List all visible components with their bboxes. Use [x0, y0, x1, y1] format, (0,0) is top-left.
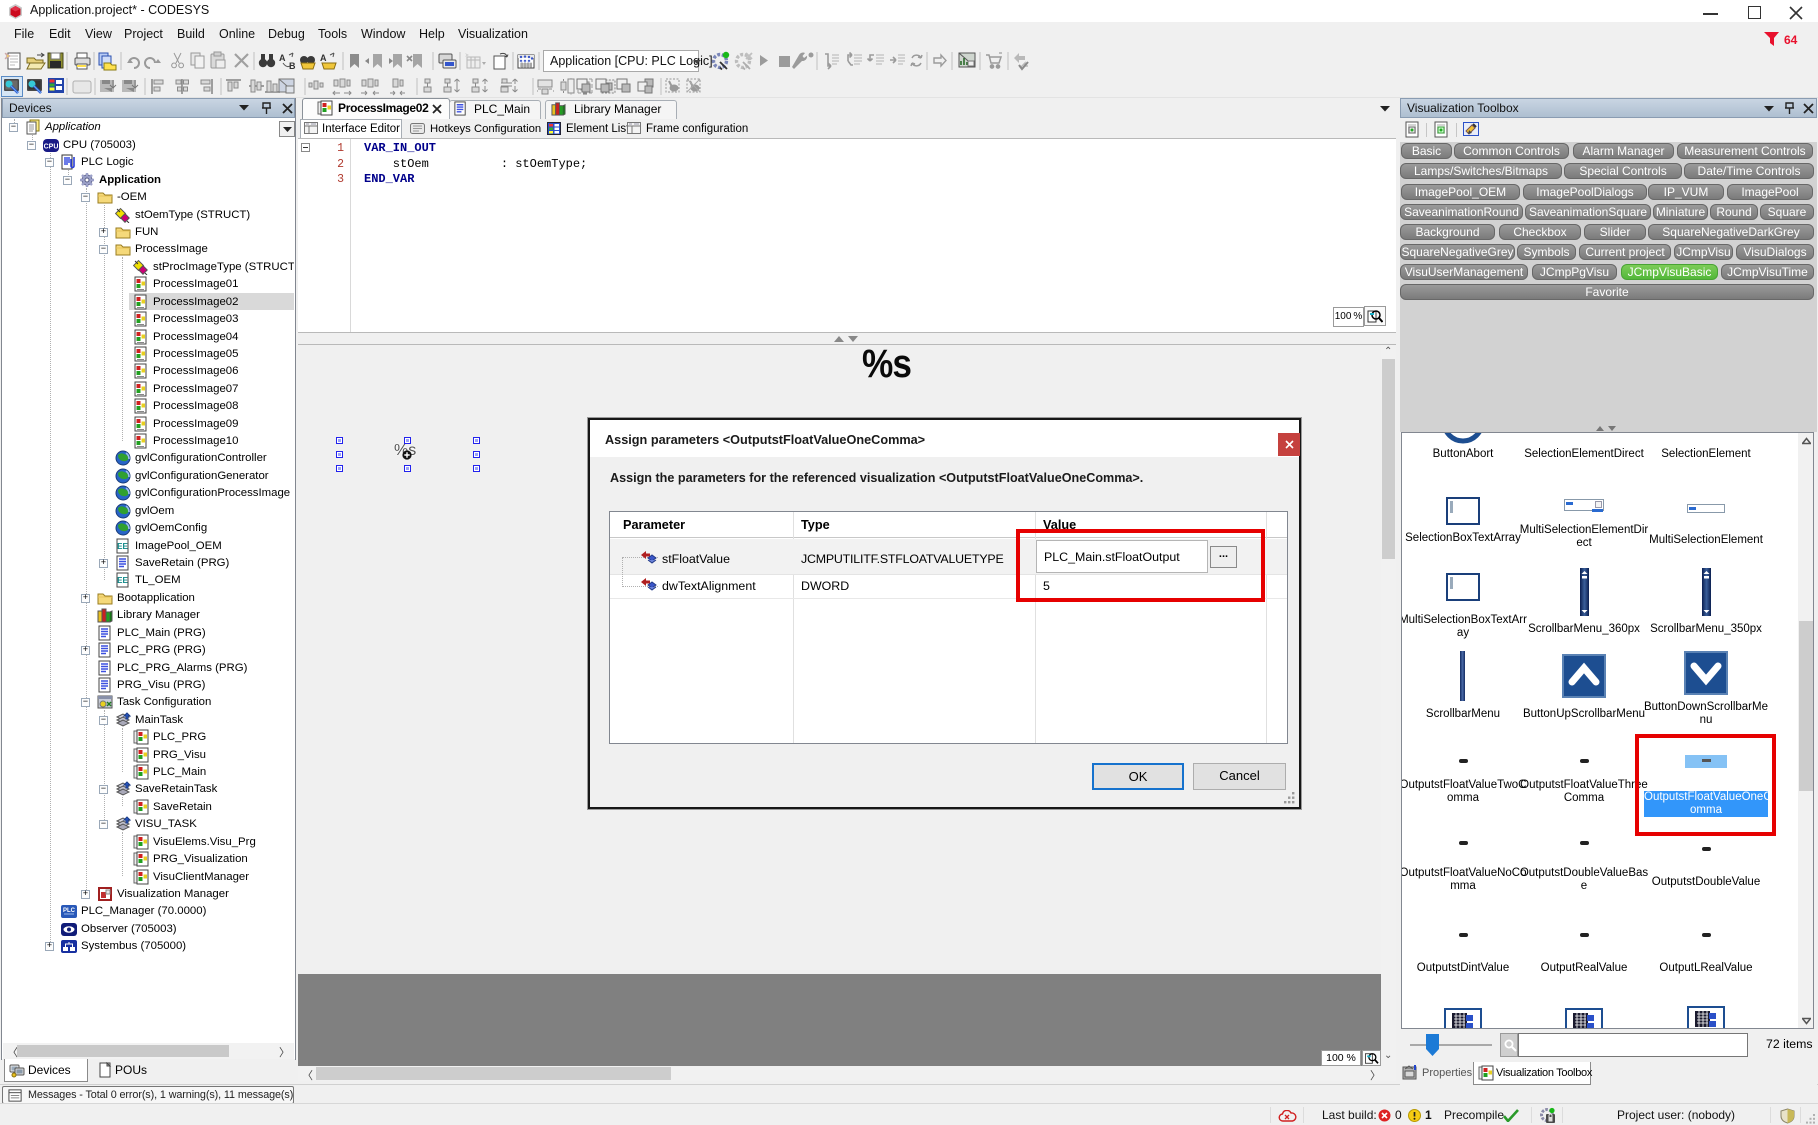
svg-text:B: B — [289, 61, 296, 71]
svg-text:A: A — [279, 53, 286, 63]
svg-text:A: A — [320, 53, 327, 63]
